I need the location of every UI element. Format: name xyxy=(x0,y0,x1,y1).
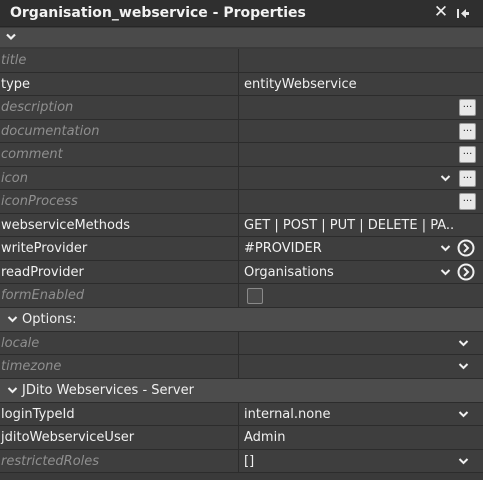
property-name: description xyxy=(0,96,239,119)
property-row-restrictedRoles[interactable]: restrictedRoles[] xyxy=(0,449,483,473)
property-row-webserviceMethods[interactable]: webserviceMethods GET | POST | PUT | DELE… xyxy=(0,213,483,237)
property-value[interactable]: Admin xyxy=(244,426,454,449)
property-name: webserviceMethods xyxy=(0,213,239,236)
chevron-down-icon[interactable] xyxy=(7,315,18,324)
property-name: title xyxy=(0,49,239,72)
property-name: readProvider xyxy=(0,260,239,283)
section-label: Options: xyxy=(22,311,77,327)
property-name: jditoWebserviceUser xyxy=(0,426,239,449)
property-name: icon xyxy=(0,166,239,189)
property-name: comment xyxy=(0,143,239,166)
ellipsis-icon[interactable]: ... xyxy=(459,193,476,210)
property-name: loginTypeId xyxy=(0,402,239,425)
property-name: timezone xyxy=(0,355,239,378)
property-value[interactable]: [] xyxy=(244,450,454,473)
property-row-documentation[interactable]: documentation... xyxy=(0,119,483,143)
panel-titlebar: Organisation_webservice - Properties ✕ xyxy=(0,0,483,27)
property-value[interactable]: GET | POST | PUT | DELETE | PA... xyxy=(244,214,454,237)
dropdown-arrow-icon[interactable] xyxy=(458,362,469,371)
ellipsis-icon[interactable]: ... xyxy=(459,122,476,140)
property-name: formEnabled xyxy=(0,284,239,307)
section-header[interactable]: JDito Webservices - Server xyxy=(0,378,483,403)
property-row-jditoWebserviceUser[interactable]: jditoWebserviceUser Admin xyxy=(0,426,483,450)
section-header[interactable]: Options: xyxy=(0,307,483,332)
property-value[interactable]: Organisations xyxy=(244,261,454,284)
dropdown-arrow-icon[interactable] xyxy=(458,457,469,466)
property-row-locale[interactable]: locale xyxy=(0,331,483,355)
property-row-title[interactable]: title xyxy=(0,49,483,73)
collapse-all-row[interactable] xyxy=(0,28,483,48)
property-value[interactable]: internal.none xyxy=(244,403,454,426)
panel-title: Organisation_webservice - Properties xyxy=(10,5,306,21)
chevron-down-icon[interactable] xyxy=(5,32,17,42)
property-row-writeProvider[interactable]: writeProvider #PROVIDER xyxy=(0,237,483,261)
property-name: type xyxy=(0,72,239,95)
checkbox[interactable] xyxy=(247,288,263,304)
property-row-icon[interactable]: icon... xyxy=(0,166,483,190)
property-row-formEnabled[interactable]: formEnabled xyxy=(0,284,483,308)
property-name: writeProvider xyxy=(0,237,239,260)
property-value[interactable]: #PROVIDER xyxy=(244,237,454,260)
ellipsis-icon[interactable]: ... xyxy=(459,169,476,187)
property-name: iconProcess xyxy=(0,190,239,213)
chevron-down-icon[interactable] xyxy=(7,386,18,395)
dropdown-arrow-icon[interactable] xyxy=(458,410,469,419)
dropdown-arrow-icon[interactable] xyxy=(458,339,469,348)
property-row-comment[interactable]: comment... xyxy=(0,143,483,167)
property-row-description[interactable]: description... xyxy=(0,96,483,120)
property-row-timezone[interactable]: timezone xyxy=(0,355,483,379)
property-row-loginTypeId[interactable]: loginTypeId internal.none xyxy=(0,402,483,426)
dropdown-arrow-icon[interactable] xyxy=(440,244,451,253)
dropdown-arrow-icon[interactable] xyxy=(440,268,451,277)
ellipsis-icon[interactable]: ... xyxy=(459,146,476,163)
dropdown-arrow-icon[interactable] xyxy=(440,174,451,183)
property-grid: title type entityWebservice description... d… xyxy=(0,49,483,473)
ellipsis-icon[interactable]: ... xyxy=(459,99,476,116)
property-name: locale xyxy=(0,331,239,354)
navigate-arrow-icon[interactable] xyxy=(457,263,475,281)
pin-icon[interactable] xyxy=(455,5,471,21)
property-value[interactable]: entityWebservice xyxy=(244,73,454,96)
property-row-type[interactable]: type entityWebservice xyxy=(0,72,483,96)
navigate-arrow-icon[interactable] xyxy=(457,239,475,257)
close-icon[interactable]: ✕ xyxy=(433,3,449,21)
property-row-readProvider[interactable]: readProvider Organisations xyxy=(0,260,483,284)
property-name: documentation xyxy=(0,119,239,142)
property-row-iconProcess[interactable]: iconProcess... xyxy=(0,190,483,214)
property-name: restrictedRoles xyxy=(0,449,239,472)
section-label: JDito Webservices - Server xyxy=(22,382,194,398)
